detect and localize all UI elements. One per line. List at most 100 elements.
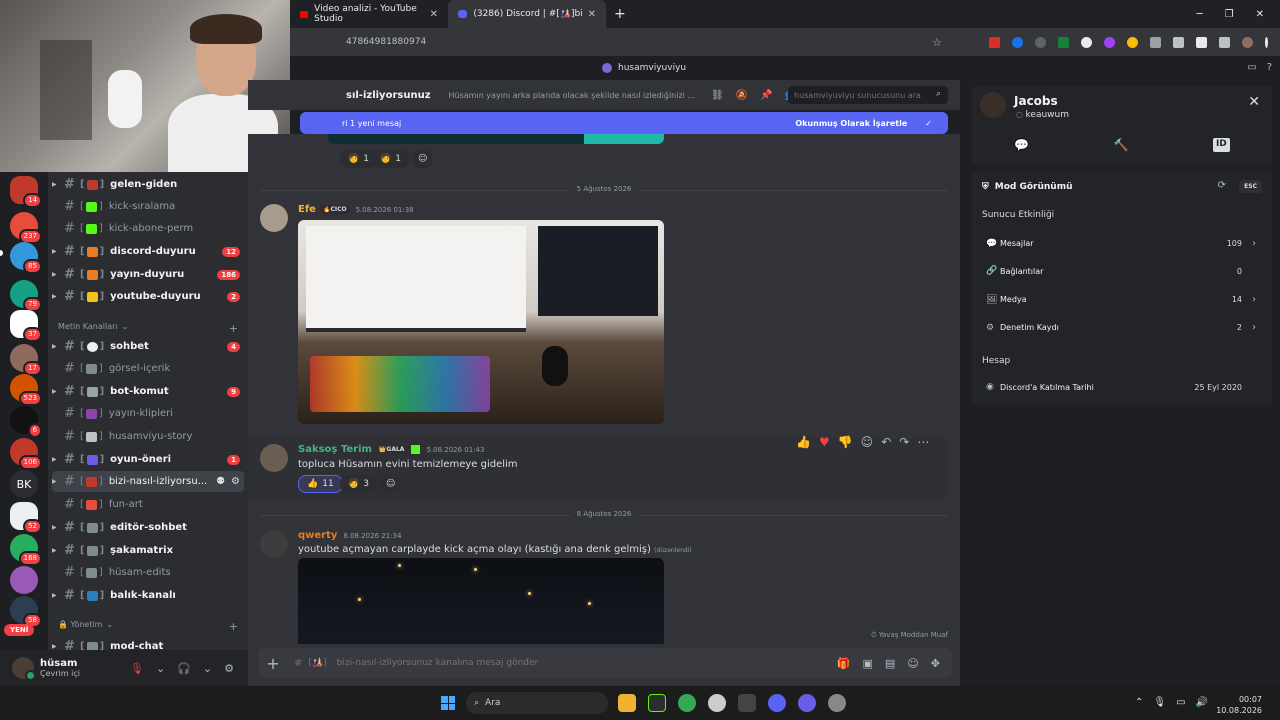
channel-kick-siralama[interactable]: #[] kick-sıralama xyxy=(52,196,244,217)
server-icon[interactable]: 168 xyxy=(10,534,42,566)
help-icon[interactable]: ? xyxy=(1267,62,1272,73)
server-icon[interactable]: 52 xyxy=(10,502,42,534)
microphone-icon[interactable]: 🎙 xyxy=(1153,697,1166,708)
reaction-pill[interactable]: 🧑 3 xyxy=(340,475,377,493)
avatar[interactable] xyxy=(980,92,1006,118)
channel-gelen-giden[interactable]: ▶ #[] gelen-giden xyxy=(52,174,244,195)
hammer-icon[interactable]: 🔨 xyxy=(1114,138,1129,152)
chevron-down-icon[interactable]: ⌄ xyxy=(156,662,165,675)
close-icon[interactable]: ✕ xyxy=(430,9,438,20)
channel-balik-kanali[interactable]: ▶ #[] balık-kanalı xyxy=(52,585,244,606)
close-icon[interactable]: ✕ xyxy=(1248,94,1260,110)
add-channel-icon[interactable]: + xyxy=(229,620,238,633)
puzzle-icon[interactable] xyxy=(1173,36,1184,48)
minimize-icon[interactable]: ─ xyxy=(1197,9,1203,20)
add-attachment-icon[interactable]: + xyxy=(258,654,288,673)
terminal-icon[interactable] xyxy=(648,694,666,712)
server-icon[interactable]: 85 xyxy=(10,242,42,274)
reaction-pill[interactable]: 🧑 1 xyxy=(372,150,409,168)
reply-icon[interactable]: ↶ xyxy=(881,435,891,449)
message-author[interactable]: qwerty 8.08.2026 21:34 xyxy=(298,530,401,541)
server-icon[interactable]: 106 xyxy=(10,438,42,470)
windows-start-icon[interactable] xyxy=(441,696,455,710)
channel-bizi-nasil-izliyorsunuz[interactable]: ▶ #[] bizi-nasıl-izliyorsu... ⚉ ⚙ xyxy=(52,471,244,492)
forward-icon[interactable]: ↷ xyxy=(899,435,909,449)
url-field[interactable]: 47864981880974 xyxy=(346,37,866,47)
taskbar-clock[interactable]: 00:07 10.08.2026 xyxy=(1216,694,1262,716)
refresh-icon[interactable]: ⟳ xyxy=(1218,180,1226,191)
message-image[interactable] xyxy=(298,558,664,644)
invite-icon[interactable]: ⚉ xyxy=(216,476,225,487)
close-window-icon[interactable]: ✕ xyxy=(1256,9,1264,20)
category-yonetim[interactable]: 🔒 Yönetim ⌄ + xyxy=(58,620,238,633)
headphones-icon[interactable]: 🎧 xyxy=(177,662,191,675)
thumbs-up-icon[interactable]: 👍 xyxy=(796,435,811,449)
download-icon[interactable] xyxy=(1196,36,1207,48)
gear-icon[interactable]: ⚙ xyxy=(224,662,234,675)
new-unreads-pill[interactable]: YENİ xyxy=(4,624,35,636)
apps-icon[interactable]: ✥ xyxy=(931,657,940,670)
mic-muted-icon[interactable]: 🎙 xyxy=(130,662,144,675)
thumbs-down-icon[interactable]: 👎 xyxy=(838,435,853,449)
channel-husam-edits[interactable]: #[] hüsam-edits xyxy=(52,562,244,583)
message-input[interactable] xyxy=(336,658,837,668)
bookmark-star-icon[interactable]: ☆ xyxy=(932,36,942,49)
kebab-menu-icon[interactable] xyxy=(1265,36,1268,48)
server-icon[interactable]: 79 xyxy=(10,280,42,312)
restore-icon[interactable]: ❐ xyxy=(1225,9,1234,20)
network-icon[interactable]: ▭ xyxy=(1176,697,1185,708)
channel-sohbet[interactable]: ▶ #[] sohbet 4 xyxy=(52,336,244,357)
mod-row-media[interactable]: 🖼 Medya 14 › xyxy=(986,294,1256,305)
channel-topic[interactable]: Hüsamın yayını arka planda olacak şekild… xyxy=(449,91,696,100)
threads-icon[interactable]: ⛓ xyxy=(711,90,724,101)
gift-icon[interactable]: 🎁 xyxy=(837,657,851,670)
add-channel-icon[interactable]: + xyxy=(229,322,238,335)
message-image[interactable] xyxy=(298,220,664,424)
avatar[interactable] xyxy=(260,530,288,558)
channel-sakamatrix[interactable]: ▶ #[] şakamatrix xyxy=(52,540,244,561)
channel-oyun-oneri[interactable]: ▶ #[] oyun-öneri 1 xyxy=(52,449,244,470)
channel-youtube-duyuru[interactable]: ▶ #[] youtube-duyuru 2 xyxy=(52,286,244,307)
category-metin-kanallari[interactable]: Metin Kanalları ⌄ + xyxy=(58,322,238,335)
message-author[interactable]: Saksoş Terim 👑GALA 5.08.2026 01:43 xyxy=(298,444,484,455)
extension-icon[interactable] xyxy=(1012,36,1023,48)
notification-muted-icon[interactable]: 🔕 xyxy=(736,90,748,101)
extension-icon[interactable] xyxy=(1058,36,1069,48)
volume-icon[interactable]: 🔊 xyxy=(1196,697,1208,708)
chrome-icon[interactable] xyxy=(678,694,696,712)
channel-editor-sohbet[interactable]: ▶ #[] editör-sohbet xyxy=(52,517,244,538)
add-reaction-button[interactable]: ☺ xyxy=(412,150,434,168)
media-icon[interactable] xyxy=(1219,36,1230,48)
server-icon[interactable]: 58 xyxy=(10,596,42,628)
extension-icon[interactable] xyxy=(1104,36,1115,48)
extension-icon[interactable] xyxy=(1081,36,1092,48)
obs-icon[interactable] xyxy=(708,694,726,712)
gear-icon[interactable]: ⚙ xyxy=(231,476,240,487)
channel-discord-duyuru[interactable]: ▶ #[] discord-duyuru 12 xyxy=(52,241,244,262)
server-icon[interactable]: 237 xyxy=(10,212,42,244)
message-icon[interactable]: 💬 xyxy=(1014,138,1029,152)
channel-husamviyu-story[interactable]: #[] husamviyu-story xyxy=(52,426,244,447)
channel-yayin-duyuru[interactable]: ▶ #[] yayın-duyuru 186 xyxy=(52,264,244,285)
esc-button[interactable]: ESC xyxy=(1239,180,1262,193)
mod-row-audit-log[interactable]: ⚙ Denetim Kaydı 2 › xyxy=(986,322,1256,333)
avatar[interactable] xyxy=(1242,36,1253,48)
chevron-down-icon[interactable]: ⌄ xyxy=(203,662,212,675)
channel-yayin-klipleri[interactable]: #[] yayın-klipleri xyxy=(52,403,244,424)
avatar[interactable] xyxy=(12,657,36,681)
server-icon[interactable]: 523 xyxy=(10,374,42,406)
browser-tab-youtube-studio[interactable]: Video analizi - YouTube Studio ✕ xyxy=(290,0,448,28)
mod-row-messages[interactable]: 💬 Mesajlar 109 › xyxy=(986,238,1256,249)
channel-kick-abone-perm[interactable]: #[] kick-abone-perm xyxy=(52,218,244,239)
message-author[interactable]: Efe 🔥CICO 5.08.2026 01:38 xyxy=(298,204,414,215)
channel-gorsel-icerik[interactable]: #[] görsel-içerik xyxy=(52,358,244,379)
pin-icon[interactable]: 📌 xyxy=(760,90,772,101)
server-icon[interactable]: 6 xyxy=(10,406,42,438)
reaction-pill[interactable]: 👍 11 xyxy=(298,475,343,493)
shield-icon[interactable] xyxy=(1150,36,1161,48)
extension-icon[interactable] xyxy=(1035,36,1046,48)
adblock-icon[interactable] xyxy=(989,36,1000,48)
emoji-icon[interactable]: ☺ xyxy=(907,657,918,670)
server-icon-bk[interactable]: BK xyxy=(10,470,38,498)
message-image-partial[interactable] xyxy=(328,134,664,144)
